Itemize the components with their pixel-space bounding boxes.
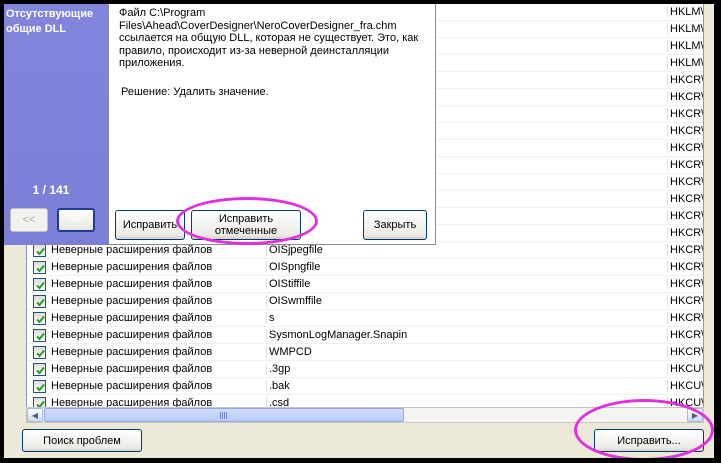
checkmark-icon	[36, 264, 45, 273]
problem-value-cell: SysmonLogManager.Snapin	[266, 329, 662, 341]
problem-value-cell: OISjpegfile	[266, 244, 662, 256]
registry-cleaner-window: Smart\NeroStartSmart_deu.chmHKLM\Smart\N…	[4, 4, 714, 458]
problem-type-cell: Неверные расширения файлов	[51, 363, 213, 375]
registry-key-cell: HKCR\	[667, 329, 703, 341]
checkmark-icon	[36, 298, 45, 307]
row-checkbox[interactable]	[33, 380, 46, 393]
previous-button[interactable]: <<	[10, 208, 48, 232]
problem-type-cell: Неверные расширения файлов	[51, 397, 213, 407]
problem-nav-panel: Отсутствующие общие DLL 1 / 141 << >>	[4, 4, 108, 245]
problem-description: Файл C:\Program Files\Ahead\CoverDesigne…	[119, 7, 419, 69]
checkmark-icon	[36, 332, 45, 341]
registry-key-cell: HKCR\	[667, 159, 703, 171]
problem-counter: 1 / 141	[32, 183, 70, 197]
row-checkbox[interactable]	[33, 295, 46, 308]
registry-key-cell: HKCR\	[667, 312, 703, 324]
registry-key-cell: HKCR\	[667, 227, 703, 239]
problem-type-cell: Неверные расширения файлов	[51, 312, 213, 324]
registry-key-cell: HKCR\	[667, 210, 703, 222]
next-button[interactable]: >>	[57, 208, 95, 232]
registry-key-cell: HKLM\	[667, 23, 703, 35]
row-checkbox[interactable]	[33, 329, 46, 342]
row-checkbox[interactable]	[33, 312, 46, 325]
table-row[interactable]: Неверные расширения файлов WMPCD HKCR\	[27, 344, 703, 361]
registry-key-cell: HKCR\	[667, 91, 703, 103]
fix-button[interactable]: Исправить	[115, 210, 185, 240]
problem-type-cell: Неверные расширения файлов	[51, 278, 213, 290]
registry-key-cell: HKLM\	[667, 6, 703, 18]
checkmark-icon	[36, 315, 45, 324]
problem-value-cell: .bak	[266, 380, 662, 392]
registry-key-cell: HKLM\	[667, 40, 703, 52]
row-checkbox[interactable]	[33, 261, 46, 274]
table-row[interactable]: Неверные расширения файлов .3gp HKCU\	[27, 361, 703, 378]
row-checkbox[interactable]	[33, 397, 46, 407]
close-button[interactable]: Закрыть	[363, 210, 427, 240]
checkmark-icon	[36, 383, 45, 392]
checkmark-icon	[36, 400, 45, 407]
problem-value-cell: WMPCD	[266, 346, 662, 358]
scrollbar-thumb[interactable]	[44, 408, 404, 422]
problem-value-cell: OISpngfile	[266, 261, 662, 273]
problem-value-cell: OISwmffile	[266, 295, 662, 307]
scroll-left-button[interactable]: ◀	[27, 408, 43, 422]
highlight-ellipse	[176, 197, 318, 245]
grip-icon	[220, 412, 228, 419]
problem-type-cell: Неверные расширения файлов	[51, 261, 213, 273]
problem-value-cell: .3gp	[266, 363, 662, 375]
checkmark-icon	[36, 247, 45, 256]
registry-key-cell: HKCR\	[667, 193, 703, 205]
registry-key-cell: HKCU\	[667, 363, 703, 375]
registry-key-cell: HKCR\	[667, 176, 703, 188]
registry-key-cell: HKCR\	[667, 142, 703, 154]
problem-category-title: Отсутствующие общие DLL	[6, 8, 94, 35]
highlight-ellipse	[574, 399, 714, 458]
registry-key-cell: HKLM\	[667, 57, 703, 69]
problem-value-cell: s	[266, 312, 662, 324]
registry-key-cell: HKCR\	[667, 108, 703, 120]
table-row[interactable]: Неверные расширения файлов .bak HKCU\	[27, 378, 703, 395]
checkmark-icon	[36, 366, 45, 375]
registry-key-cell: HKCR\	[667, 74, 703, 86]
problem-type-cell: Неверные расширения файлов	[51, 346, 213, 358]
row-checkbox[interactable]	[33, 244, 46, 257]
problem-type-cell: Неверные расширения файлов	[51, 329, 213, 341]
checkmark-icon	[36, 349, 45, 358]
row-checkbox[interactable]	[33, 278, 46, 291]
problem-type-cell: Неверные расширения файлов	[51, 244, 213, 256]
registry-key-cell: HKCR\	[667, 125, 703, 137]
registry-key-cell: HKCR\	[667, 244, 703, 256]
table-row[interactable]: Неверные расширения файлов OIStiffile HKCR…	[27, 276, 703, 293]
registry-key-cell: HKCU\	[667, 380, 703, 392]
registry-key-cell: HKCR\	[667, 346, 703, 358]
table-row[interactable]: Неверные расширения файлов OISwmffile HKCR…	[27, 293, 703, 310]
registry-key-cell: HKCR\	[667, 295, 703, 307]
table-row[interactable]: Неверные расширения файлов OISpngfile HKCR…	[27, 259, 703, 276]
table-row[interactable]: Неверные расширения файлов SysmonLogManag…	[27, 327, 703, 344]
row-checkbox[interactable]	[33, 363, 46, 376]
registry-key-cell: HKCR\	[667, 261, 703, 273]
row-checkbox[interactable]	[33, 346, 46, 359]
problem-type-cell: Неверные расширения файлов	[51, 380, 213, 392]
solution-text: Решение: Удалить значение.	[121, 86, 269, 98]
problem-value-cell: OIStiffile	[266, 278, 662, 290]
registry-key-cell: HKCR\	[667, 278, 703, 290]
checkmark-icon	[36, 281, 45, 290]
problem-type-cell: Неверные расширения файлов	[51, 295, 213, 307]
scan-problems-button[interactable]: Поиск проблем	[22, 429, 142, 452]
table-row[interactable]: Неверные расширения файлов s HKCR\	[27, 310, 703, 327]
